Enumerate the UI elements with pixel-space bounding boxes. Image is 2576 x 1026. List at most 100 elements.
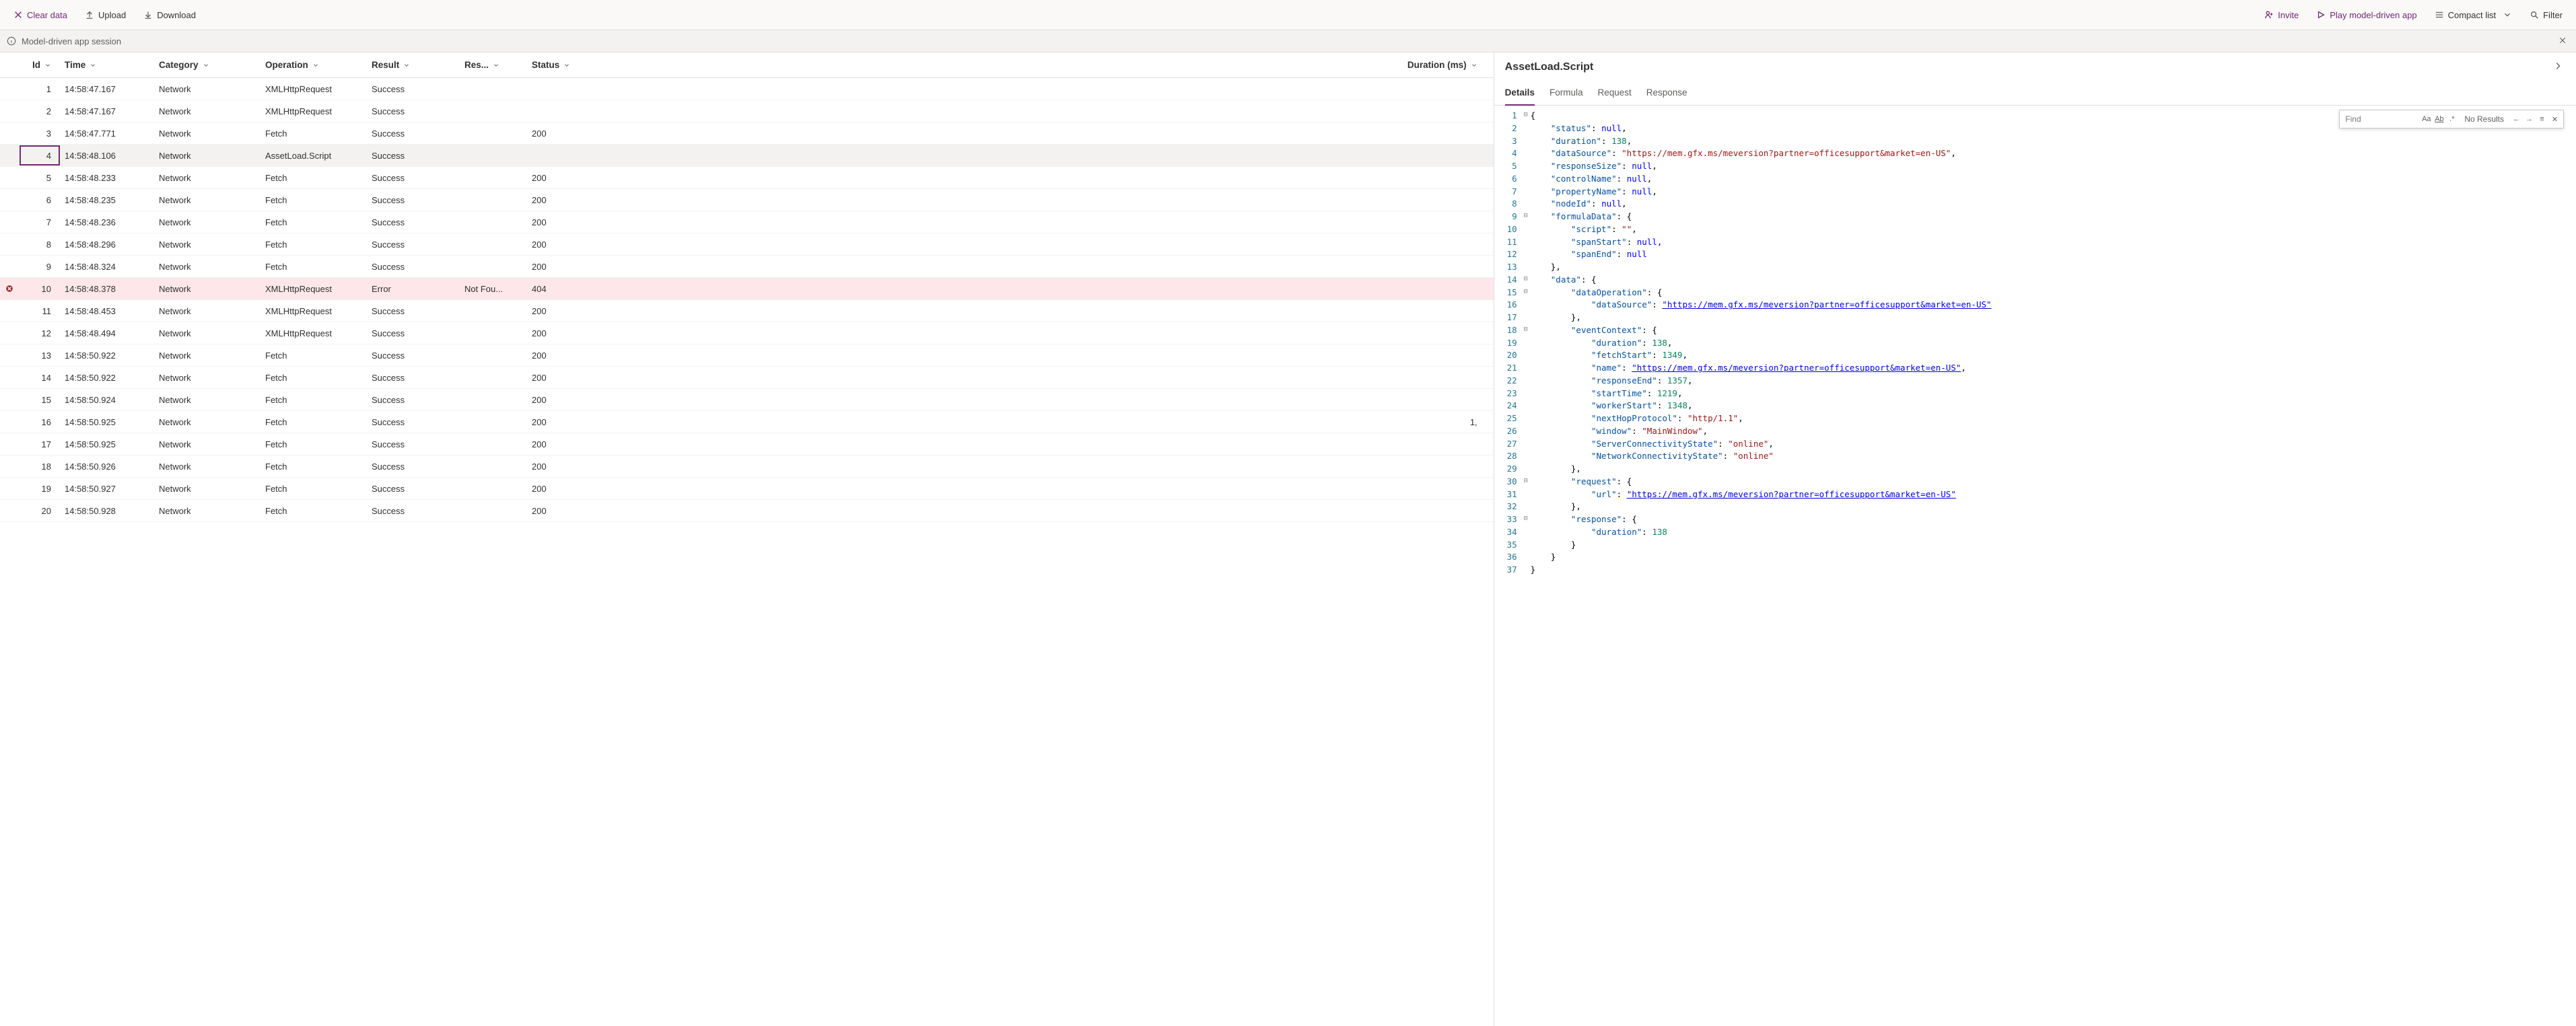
- invite-button[interactable]: Invite: [2258, 6, 2305, 24]
- find-selection-icon[interactable]: ≡: [2538, 115, 2546, 124]
- table-row[interactable]: 1614:58:50.925NetworkFetchSuccess2001,: [0, 411, 1494, 433]
- upload-button[interactable]: Upload: [78, 6, 133, 24]
- table-row[interactable]: 1514:58:50.924NetworkFetchSuccess200: [0, 389, 1494, 411]
- fold-icon: [1521, 564, 1531, 577]
- col-id[interactable]: Id: [19, 52, 61, 77]
- cell-result: Success: [368, 300, 460, 322]
- table-row[interactable]: 1214:58:48.494NetworkXMLHttpRequestSucce…: [0, 322, 1494, 344]
- cell-time: 14:58:47.167: [61, 78, 155, 100]
- find-close-icon[interactable]: ✕: [2550, 115, 2559, 124]
- tab-request[interactable]: Request: [1597, 82, 1631, 105]
- table-row[interactable]: 214:58:47.167NetworkXMLHttpRequestSucces…: [0, 100, 1494, 122]
- table-row[interactable]: 1014:58:48.378NetworkXMLHttpRequestError…: [0, 278, 1494, 300]
- table-row[interactable]: 414:58:48.106NetworkAssetLoad.ScriptSucc…: [0, 145, 1494, 167]
- download-button[interactable]: Download: [137, 6, 203, 24]
- line-number: 16: [1494, 299, 1521, 312]
- line-number: 33: [1494, 513, 1521, 526]
- table-row[interactable]: 714:58:48.236NetworkFetchSuccess200: [0, 211, 1494, 233]
- fold-icon[interactable]: ⊟: [1521, 287, 1531, 299]
- fold-icon: [1521, 160, 1531, 173]
- details-title: AssetLoad.Script: [1505, 61, 1594, 73]
- line-number: 18: [1494, 324, 1521, 337]
- cell-time: 14:58:48.106: [61, 145, 155, 166]
- table-row[interactable]: 1114:58:48.453NetworkXMLHttpRequestSucce…: [0, 300, 1494, 322]
- fold-icon[interactable]: ⊟: [1521, 513, 1531, 526]
- table-row[interactable]: 1414:58:50.922NetworkFetchSuccess200: [0, 367, 1494, 389]
- cell-id: 15: [19, 389, 61, 410]
- code-viewer[interactable]: 1⊟{2 "status": null,3 "duration": 138,4 …: [1494, 106, 2576, 1026]
- line-number: 9: [1494, 211, 1521, 223]
- cell-result: Success: [368, 322, 460, 344]
- tab-formula[interactable]: Formula: [1550, 82, 1583, 105]
- cell-result: Success: [368, 500, 460, 521]
- cell-category: Network: [155, 78, 261, 100]
- clear-data-button[interactable]: Clear data: [7, 6, 74, 24]
- cell-status: [528, 145, 615, 166]
- fold-icon[interactable]: ⊟: [1521, 211, 1531, 223]
- expand-button[interactable]: [2550, 59, 2565, 77]
- table-row[interactable]: 514:58:48.233NetworkFetchSuccess200: [0, 167, 1494, 189]
- play-app-label: Play model-driven app: [2330, 10, 2416, 20]
- details-tabs: Details Formula Request Response: [1494, 82, 2576, 106]
- tab-details[interactable]: Details: [1505, 82, 1535, 106]
- line-number: 22: [1494, 375, 1521, 388]
- col-time[interactable]: Time: [61, 52, 155, 77]
- match-case-icon[interactable]: Aa: [2422, 115, 2431, 124]
- cell-status: [528, 78, 615, 100]
- match-word-icon[interactable]: Ab: [2435, 115, 2443, 124]
- fold-icon: [1521, 173, 1531, 186]
- cell-operation: Fetch: [261, 455, 368, 477]
- table-row[interactable]: 114:58:47.167NetworkXMLHttpRequestSucces…: [0, 78, 1494, 100]
- fold-icon: [1521, 337, 1531, 350]
- table-row[interactable]: 1314:58:50.922NetworkFetchSuccess200: [0, 344, 1494, 367]
- table-row[interactable]: 914:58:48.324NetworkFetchSuccess200: [0, 256, 1494, 278]
- col-duration[interactable]: Duration (ms): [615, 52, 1494, 77]
- find-input[interactable]: [2344, 112, 2418, 126]
- fold-icon[interactable]: ⊟: [1521, 274, 1531, 287]
- cell-result: Success: [368, 167, 460, 188]
- col-operation[interactable]: Operation: [261, 52, 368, 77]
- find-prev-icon[interactable]: ←: [2512, 115, 2521, 124]
- regex-icon[interactable]: .*: [2447, 115, 2456, 124]
- cell-time: 14:58:47.771: [61, 122, 155, 144]
- close-icon: [2558, 36, 2567, 44]
- fold-icon[interactable]: ⊟: [1521, 476, 1531, 488]
- cell-operation: Fetch: [261, 411, 368, 433]
- play-app-button[interactable]: Play model-driven app: [2309, 6, 2423, 24]
- fold-icon[interactable]: ⊟: [1521, 110, 1531, 122]
- cell-result: Success: [368, 478, 460, 499]
- table-row[interactable]: 1914:58:50.927NetworkFetchSuccess200: [0, 478, 1494, 500]
- tab-response[interactable]: Response: [1646, 82, 1687, 105]
- cell-category: Network: [155, 256, 261, 277]
- col-result[interactable]: Result: [368, 52, 460, 77]
- col-category[interactable]: Category: [155, 52, 261, 77]
- fold-icon: [1521, 135, 1531, 148]
- table-row[interactable]: 1814:58:50.926NetworkFetchSuccess200: [0, 455, 1494, 478]
- table-row[interactable]: 814:58:48.296NetworkFetchSuccess200: [0, 233, 1494, 256]
- table-row[interactable]: 614:58:48.235NetworkFetchSuccess200: [0, 189, 1494, 211]
- fold-icon: [1521, 425, 1531, 438]
- clear-data-label: Clear data: [27, 10, 67, 20]
- table-body[interactable]: 114:58:47.167NetworkXMLHttpRequestSucces…: [0, 78, 1494, 1026]
- table-row[interactable]: 1714:58:50.925NetworkFetchSuccess200: [0, 433, 1494, 455]
- col-status[interactable]: Status: [528, 52, 615, 77]
- cell-resinfo: [460, 167, 528, 188]
- cell-status: 200: [528, 233, 615, 255]
- cell-status: 200: [528, 189, 615, 211]
- cell-id: 13: [19, 344, 61, 366]
- line-number: 20: [1494, 349, 1521, 362]
- table-row[interactable]: 2014:58:50.928NetworkFetchSuccess200: [0, 500, 1494, 522]
- table-row[interactable]: 314:58:47.771NetworkFetchSuccess200: [0, 122, 1494, 145]
- compact-list-button[interactable]: Compact list: [2428, 6, 2519, 24]
- cell-status: 200: [528, 122, 615, 144]
- col-resinfo[interactable]: Res...: [460, 52, 528, 77]
- session-close-button[interactable]: [2556, 34, 2569, 49]
- chevron-down-icon: [563, 62, 570, 69]
- fold-icon[interactable]: ⊟: [1521, 324, 1531, 337]
- info-icon: [7, 36, 16, 46]
- cell-id: 10: [19, 278, 61, 299]
- filter-button[interactable]: Filter: [2523, 6, 2569, 24]
- find-next-icon[interactable]: →: [2525, 115, 2534, 124]
- line-number: 15: [1494, 287, 1521, 299]
- toolbar: Clear data Upload Download Invite Play m…: [0, 0, 2576, 30]
